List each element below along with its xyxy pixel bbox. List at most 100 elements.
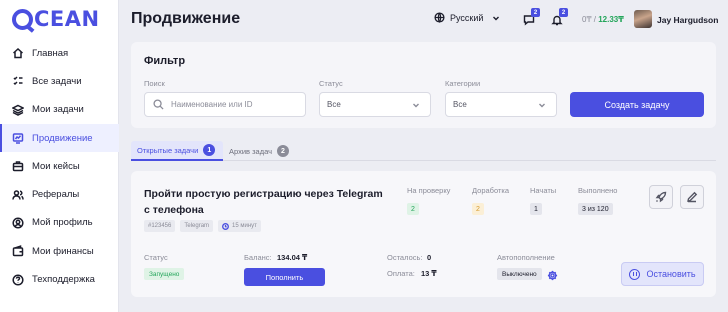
autopay-settings-button[interactable] — [547, 268, 558, 281]
wallet-icon — [12, 245, 24, 257]
language-selector[interactable]: Русский — [434, 12, 505, 23]
status-select[interactable]: Все — [319, 92, 431, 117]
tab-label: Архив задач — [229, 146, 272, 156]
sidebar-nav: Главная Все задачи Мои задачи Продвижени… — [0, 39, 119, 294]
search-placeholder: Наименование или ID — [171, 100, 253, 109]
referrals-icon — [12, 189, 24, 201]
layers-icon — [12, 104, 24, 116]
sidebar-item-label: Мои кейсы — [32, 160, 80, 172]
help-icon — [12, 273, 24, 286]
sidebar-item-support[interactable]: Техподдержка — [0, 265, 119, 293]
sidebar-item-label: Главная — [32, 47, 69, 59]
sidebar-item-my-tasks[interactable]: Мои задачи — [0, 96, 119, 124]
logo-text: CEAN — [34, 7, 100, 31]
category-select[interactable]: Все — [445, 92, 557, 117]
autopay-label: Автопополнение — [497, 253, 555, 262]
create-task-button[interactable]: Создать задачу — [570, 92, 704, 117]
rocket-icon — [655, 191, 667, 203]
sidebar-item-label: Мой профиль — [32, 217, 93, 229]
stop-button-label: Остановить — [646, 269, 696, 279]
pause-icon — [629, 268, 641, 280]
category-select-value: Все — [453, 100, 467, 109]
stat-started-value: 1 — [530, 203, 542, 215]
search-label: Поиск — [144, 79, 165, 88]
balance-prefix: 0₸ / — [582, 15, 599, 24]
sidebar-item-referrals[interactable]: Рефералы — [0, 180, 119, 208]
status-badge: Запущено — [144, 268, 185, 280]
chevron-down-icon — [493, 16, 500, 20]
stat-review-value: 2 — [407, 203, 419, 215]
sidebar-item-all-tasks[interactable]: Все задачи — [0, 67, 119, 95]
gear-icon — [547, 270, 558, 281]
stat-started-label: Начаты — [530, 186, 557, 195]
remaining-label: Осталось: — [387, 253, 423, 262]
category-label: Категории — [445, 79, 481, 88]
sidebar-item-my-finances[interactable]: Мои финансы — [0, 237, 119, 265]
stat-revision-value: 2 — [472, 203, 484, 215]
balance-value: 134.04 ₸ — [277, 253, 308, 262]
sidebar-item-label: Техподдержка — [32, 274, 95, 286]
promotion-icon — [12, 132, 24, 144]
tab-count-badge: 1 — [203, 144, 216, 156]
payment-value: 13 ₸ — [421, 269, 437, 278]
notifications-badge: 2 — [559, 8, 568, 17]
task-title[interactable]: Пройти простую регистрацию через Telegra… — [144, 186, 389, 218]
task-card: Пройти простую регистрацию через Telegra… — [131, 171, 716, 297]
duration-tag: 15 минут — [218, 220, 261, 232]
status-select-value: Все — [327, 100, 341, 109]
edit-button[interactable] — [680, 185, 704, 209]
stat-completed-value: 3 из 120 — [578, 203, 613, 215]
payment-label: Оплата: — [387, 269, 415, 278]
avatar[interactable] — [634, 10, 652, 28]
sidebar-item-my-cases[interactable]: Мои кейсы — [0, 152, 119, 180]
balance-label: Баланс: — [244, 253, 272, 262]
sidebar-item-label: Рефералы — [32, 189, 80, 201]
briefcase-icon — [12, 160, 24, 172]
sidebar-item-label: Мои финансы — [32, 245, 94, 257]
search-input[interactable]: Наименование или ID — [144, 92, 306, 117]
header-balance: 0₸ / 12.33₸ — [582, 15, 624, 24]
tasks-icon — [12, 75, 24, 87]
sidebar-item-label: Продвижение — [32, 132, 93, 144]
task-tabs: Открытые задачи 1 Архив задач 2 — [131, 141, 716, 161]
sidebar-item-my-profile[interactable]: Мой профиль — [0, 209, 119, 237]
logo-o-mark — [12, 8, 33, 30]
remaining-value: 0 — [427, 253, 432, 262]
stat-review-label: На проверку — [407, 186, 451, 195]
platform-tag: Telegram — [180, 220, 214, 232]
sidebar-item-label: Мои задачи — [32, 104, 84, 116]
user-name[interactable]: Jay Hargudson — [657, 15, 718, 25]
tab-label: Открытые задачи — [137, 145, 199, 155]
chevron-down-icon — [539, 103, 545, 107]
tab-count-badge: 2 — [277, 145, 289, 157]
sidebar-item-home[interactable]: Главная — [0, 39, 119, 67]
sidebar: CEAN Главная Все задачи Мои задачи Продв… — [0, 0, 119, 312]
search-icon — [153, 99, 164, 110]
tab-open-tasks[interactable]: Открытые задачи 1 — [131, 141, 223, 161]
status-field-label: Статус — [144, 253, 168, 262]
clock-icon — [222, 222, 230, 230]
ocean-logo[interactable]: CEAN — [12, 6, 100, 32]
stat-revision-label: Доработка — [472, 186, 510, 195]
sidebar-item-promotion[interactable]: Продвижение — [0, 123, 119, 153]
pencil-icon — [687, 191, 698, 203]
filter-title: Фильтр — [144, 55, 186, 67]
sidebar-item-label: Все задачи — [32, 75, 82, 87]
task-id-tag: #123456 — [144, 220, 176, 232]
stop-button[interactable]: Остановить — [621, 262, 704, 286]
profile-icon — [12, 217, 24, 229]
boost-button[interactable] — [649, 185, 673, 209]
stat-completed-label: Выполнено — [578, 186, 618, 195]
language-label: Русский — [450, 12, 484, 23]
duration-value: 15 минут — [232, 223, 257, 229]
chevron-down-icon — [413, 103, 419, 107]
page-title: Продвижение — [131, 10, 241, 27]
notifications-button[interactable]: 2 — [551, 8, 568, 26]
balance-amount: 12.33₸ — [598, 15, 624, 24]
status-label: Статус — [319, 79, 343, 88]
globe-icon — [434, 12, 445, 23]
messages-button[interactable]: 2 — [523, 8, 540, 26]
filter-panel: Фильтр Поиск Наименование или ID Статус … — [131, 42, 716, 128]
tab-archive[interactable]: Архив задач 2 — [223, 141, 295, 161]
topup-button[interactable]: Пополнить — [244, 268, 325, 286]
